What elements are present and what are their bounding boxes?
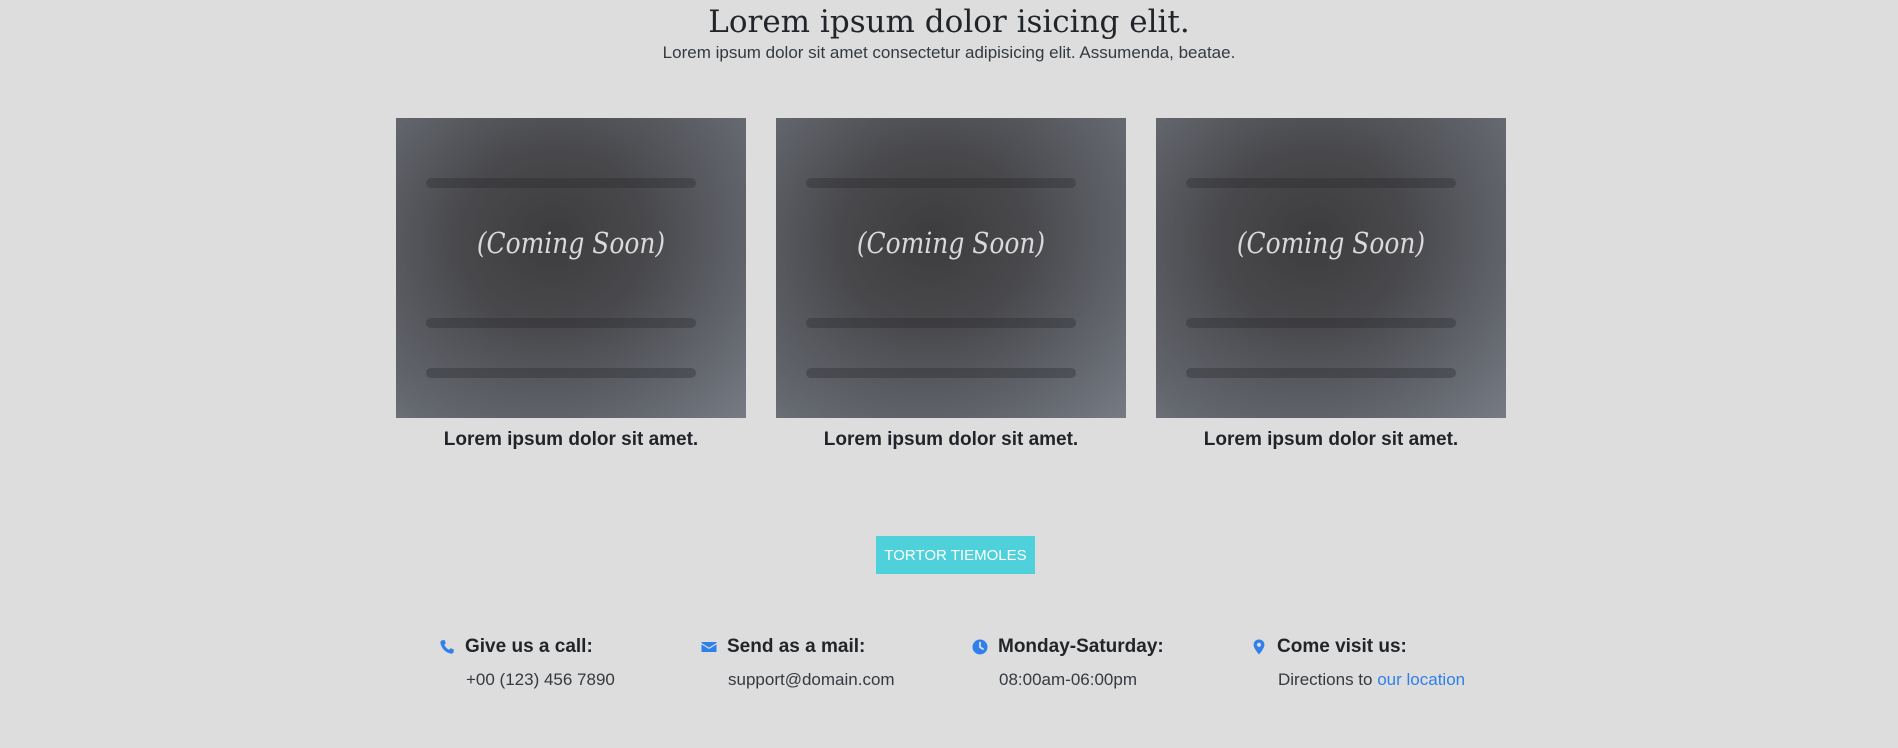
image-texture (1186, 178, 1456, 188)
image-texture (1186, 318, 1456, 328)
page-subtitle: Lorem ipsum dolor sit amet consectetur a… (662, 43, 1236, 62)
card-caption: Lorem ipsum dolor sit amet. (1203, 429, 1459, 450)
coming-soon-text: (Coming Soon) (476, 226, 666, 260)
image-texture (426, 318, 696, 328)
contact-info: Give us a call: +00 (123) 456 7890 Send … (0, 636, 1898, 696)
page-title: Lorem ipsum dolor isicing elit. (708, 4, 1190, 40)
image-texture (806, 318, 1076, 328)
contact-label: Send as a mail: (727, 636, 866, 657)
image-texture (426, 368, 696, 378)
card-caption: Lorem ipsum dolor sit amet. (443, 429, 699, 450)
envelope-icon (701, 642, 717, 652)
card-image[interactable]: (Coming Soon) (776, 118, 1126, 418)
card-caption: Lorem ipsum dolor sit amet. (823, 429, 1079, 450)
image-texture (426, 178, 696, 188)
directions-prefix: Directions to (1278, 670, 1373, 689)
cta-button[interactable]: TORTOR TIEMOLES (876, 536, 1035, 574)
card-image[interactable]: (Coming Soon) (396, 118, 746, 418)
email-address: support@domain.com (728, 670, 895, 689)
opening-hours: 08:00am-06:00pm (999, 670, 1137, 689)
image-texture (806, 368, 1076, 378)
card-image[interactable]: (Coming Soon) (1156, 118, 1506, 418)
card[interactable]: (Coming Soon) Lorem ipsum dolor sit amet… (776, 118, 1126, 452)
coming-soon-text: (Coming Soon) (856, 226, 1046, 260)
contact-label: Come visit us: (1277, 636, 1407, 657)
card-grid: (Coming Soon) Lorem ipsum dolor sit amet… (396, 118, 1506, 458)
contact-label: Monday-Saturday: (998, 636, 1164, 657)
coming-soon-text: (Coming Soon) (1236, 226, 1426, 260)
directions-text: Directions to our location (1278, 669, 1465, 691)
map-pin-icon (1253, 639, 1265, 655)
card[interactable]: (Coming Soon) Lorem ipsum dolor sit amet… (396, 118, 746, 452)
contact-label: Give us a call: (465, 636, 593, 657)
image-texture (806, 178, 1076, 188)
location-link[interactable]: our location (1377, 670, 1465, 689)
phone-icon (440, 640, 454, 654)
clock-icon (972, 639, 988, 655)
card[interactable]: (Coming Soon) Lorem ipsum dolor sit amet… (1156, 118, 1506, 452)
page: Lorem ipsum dolor isicing elit. Lorem ip… (0, 0, 1898, 748)
image-texture (1186, 368, 1456, 378)
phone-number: +00 (123) 456 7890 (466, 670, 615, 689)
